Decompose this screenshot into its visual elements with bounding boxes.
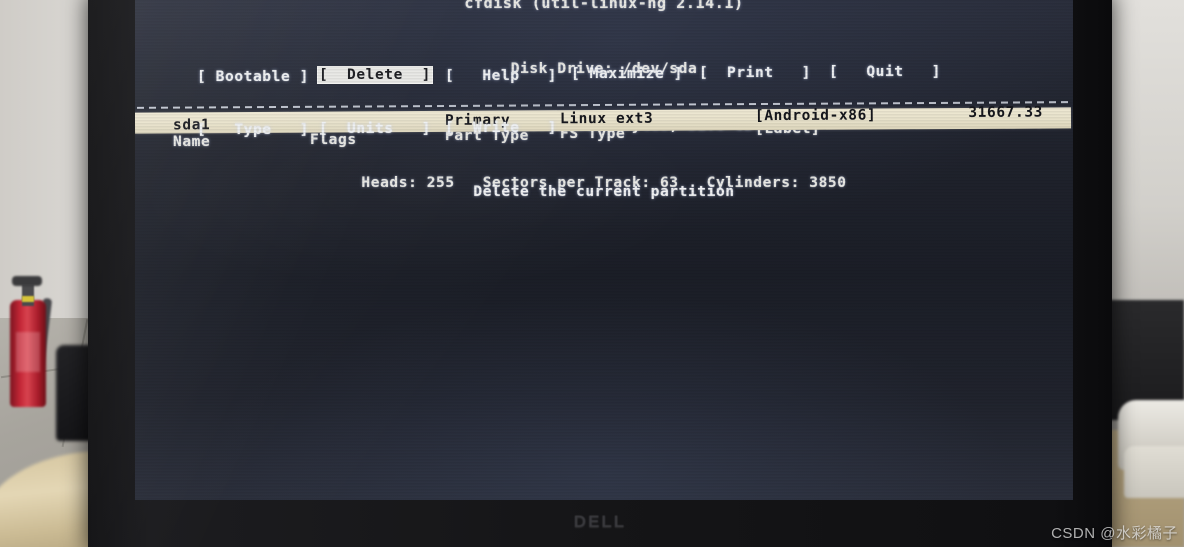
- fire-extinguisher-neck: [22, 284, 34, 306]
- white-device-secondary: [1124, 446, 1184, 498]
- menu-button-type[interactable]: [ Type ]: [195, 121, 311, 139]
- menu-button-print[interactable]: [ Print ]: [697, 64, 813, 82]
- fire-extinguisher: [8, 272, 53, 407]
- menu-button-quit[interactable]: [ Quit ]: [827, 63, 943, 81]
- monitor-screen: cfdisk (util-linux-ng 2.14.1) Disk Drive…: [135, 0, 1073, 500]
- command-menu-row-1: [ Bootable ] [ Delete ] [ Help ] [ Maxim…: [135, 64, 1073, 87]
- fire-extinguisher-handle: [12, 276, 42, 286]
- command-menu-row-2: [ Type ] [ Units ] [ Write ]: [135, 119, 1073, 138]
- menu-button-write[interactable]: [ Write ]: [443, 119, 559, 137]
- status-help-line: Delete the current partition: [473, 184, 735, 200]
- dell-brand-logo: DELL: [573, 512, 627, 531]
- cfdisk-tui: cfdisk (util-linux-ng 2.14.1) Disk Drive…: [135, 0, 1073, 208]
- dell-monitor: cfdisk (util-linux-ng 2.14.1) Disk Drive…: [88, 0, 1112, 547]
- menu-button-units[interactable]: [ Units ]: [317, 120, 433, 138]
- menu-button-maximize[interactable]: [ Maximize ]: [569, 65, 685, 83]
- app-title: cfdisk (util-linux-ng 2.14.1): [464, 0, 744, 12]
- menu-button-delete[interactable]: [ Delete ]: [317, 66, 433, 84]
- fire-extinguisher-pin: [22, 296, 34, 302]
- fire-extinguisher-label: [16, 332, 40, 372]
- command-menu: [ Bootable ] [ Delete ] [ Help ] [ Maxim…: [135, 36, 1073, 170]
- menu-button-bootable[interactable]: [ Bootable ]: [195, 68, 311, 86]
- menu-button-help[interactable]: [ Help ]: [443, 67, 559, 85]
- right-wall: [1100, 0, 1184, 340]
